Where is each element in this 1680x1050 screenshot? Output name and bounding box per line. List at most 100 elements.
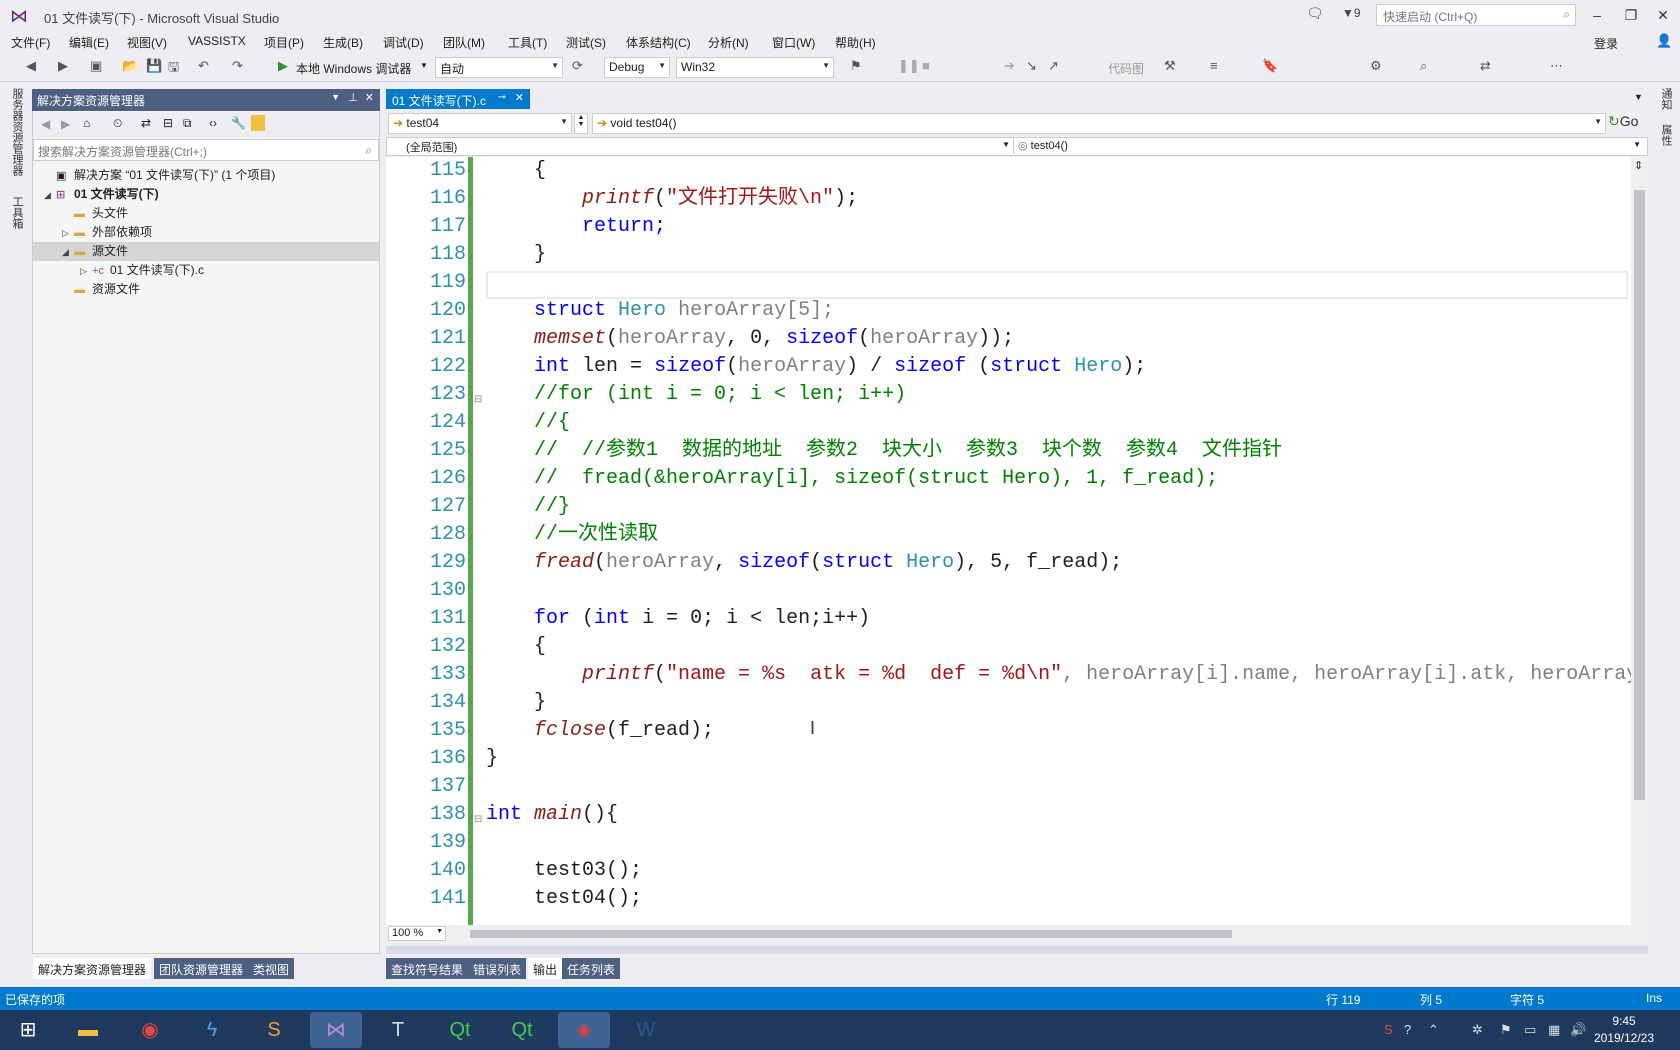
forward-icon[interactable]: ▶	[61, 117, 70, 131]
menu-view[interactable]: 视图(V)	[127, 34, 167, 51]
network-app-icon[interactable]: ◈	[558, 1012, 610, 1048]
show-all-files-icon[interactable]: ⧉	[183, 116, 192, 131]
history-icon[interactable]: ⏲	[113, 116, 122, 131]
typora-icon[interactable]: T	[372, 1012, 424, 1048]
sync-icon[interactable]: ⇄	[141, 116, 151, 130]
menu-help[interactable]: 帮助(H)	[835, 34, 876, 51]
collapse-region-icon[interactable]: ⊟	[474, 394, 482, 405]
expanded-arrow-icon[interactable]: ◢	[44, 186, 56, 205]
feedback-filter-icon[interactable]: ▼9	[1342, 6, 1361, 20]
tab-class-view[interactable]: 类视图	[248, 958, 295, 979]
menu-vassistx[interactable]: VASSISTX	[188, 34, 246, 48]
menu-team[interactable]: 团队(M)	[443, 34, 485, 51]
context-dropdown[interactable]: ➔ test04 ▼	[388, 113, 572, 134]
definition-dropdown[interactable]: ➔ void test04() ▼	[592, 113, 1606, 134]
debugger-button[interactable]: 本地 Windows 调试器	[296, 60, 411, 77]
close-icon[interactable]: ✕	[515, 91, 524, 104]
scope-dropdown[interactable]: (全局范围) ▼	[390, 139, 1014, 154]
tree-item-c-file[interactable]: ▷ +c 01 文件读写(下).c	[80, 261, 204, 280]
tab-c-file[interactable]: 01 文件读写(下).c ⊸ ✕	[386, 89, 530, 109]
chrome-icon[interactable]: ◉	[124, 1012, 176, 1048]
help-icon[interactable]: ?	[1404, 1022, 1411, 1037]
find-icon[interactable]: ⚑	[850, 58, 862, 74]
save-all-icon[interactable]: 🖫	[168, 58, 179, 80]
pin-icon[interactable]: ⊥	[348, 91, 358, 104]
view-code-icon[interactable]: ‹›	[209, 116, 217, 130]
solution-config-dropdown[interactable]: 自动 ▼	[435, 57, 563, 78]
menu-file[interactable]: 文件(F)	[11, 34, 50, 51]
navigate-icon[interactable]: ⇄	[1480, 58, 1491, 74]
back-icon[interactable]: ◀	[41, 117, 50, 131]
menu-test[interactable]: 测试(S)	[566, 34, 606, 51]
server-explorer-tab[interactable]: 服务器资源管理器	[9, 88, 25, 176]
zoom-dropdown[interactable]: 100 % ▼	[388, 926, 446, 941]
step-over-icon[interactable]: ➔	[1004, 58, 1015, 74]
qt-creator-icon[interactable]: Qt	[434, 1012, 486, 1048]
toolbox-tab[interactable]: 工具箱	[9, 196, 25, 229]
tab-task-list[interactable]: 任务列表	[562, 958, 621, 979]
close-icon[interactable]: ✕	[365, 91, 374, 104]
notification-icon[interactable]: 🗨	[1306, 5, 1324, 22]
windows-start-icon[interactable]: ⊞	[2, 1012, 54, 1048]
network-icon[interactable]: ▦	[1548, 1022, 1560, 1038]
tab-error-list[interactable]: 错误列表	[468, 958, 527, 979]
restore-button[interactable]: ❐	[1614, 4, 1648, 26]
tree-item-external-deps[interactable]: ▷ ▬ 外部依赖项	[62, 223, 152, 242]
menu-analyze[interactable]: 分析(N)	[708, 34, 749, 51]
notifications-tab[interactable]: 通知	[1658, 88, 1674, 110]
account-icon[interactable]: 👤	[1656, 33, 1672, 49]
tab-find-symbol-results[interactable]: 查找符号结果	[386, 958, 469, 979]
member-dropdown[interactable]: ◎ test04() ▼	[1018, 139, 1644, 154]
menu-edit[interactable]: 编辑(E)	[69, 34, 109, 51]
stop-icon[interactable]: ■	[922, 58, 930, 73]
quick-launch-input[interactable]: 快速启动 (Ctrl+Q) ⌕	[1376, 4, 1576, 26]
qt-designer-icon[interactable]: Qt	[496, 1012, 548, 1048]
code-map-button[interactable]: 代码图	[1108, 60, 1144, 77]
bookmark-icon[interactable]: 🔖	[1262, 58, 1278, 74]
chevron-down-icon[interactable]: ▼	[1634, 92, 1643, 102]
collapsed-arrow-icon[interactable]: ▷	[80, 262, 92, 281]
menu-tools[interactable]: 工具(T)	[508, 34, 547, 51]
menu-build[interactable]: 生成(B)	[323, 34, 363, 51]
home-icon[interactable]: ⌂	[83, 116, 90, 130]
open-file-icon[interactable]: 📂	[122, 58, 138, 74]
horizontal-scroll-thumb[interactable]	[470, 930, 1232, 938]
comment-icon[interactable]: ≡	[1210, 58, 1218, 73]
thunder-icon[interactable]: ϟ	[186, 1012, 238, 1048]
chevron-up-icon[interactable]: ⌃	[1428, 1022, 1439, 1038]
flag-icon[interactable]: ⚑	[1500, 1022, 1512, 1038]
menu-project[interactable]: 项目(P)	[264, 34, 304, 51]
save-icon[interactable]: 💾	[146, 58, 162, 74]
forward-icon[interactable]: ▶	[58, 58, 68, 74]
step-out-icon[interactable]: ↗	[1048, 58, 1059, 74]
tab-solution-explorer[interactable]: 解决方案资源管理器	[33, 958, 152, 979]
vertical-scroll-thumb[interactable]	[1634, 190, 1645, 800]
platform-dropdown[interactable]: Win32 ▼	[676, 57, 834, 78]
start-debug-icon[interactable]: ▶	[278, 58, 288, 74]
collapse-all-icon[interactable]: ⊟	[163, 116, 173, 130]
tab-team-explorer[interactable]: 团队资源管理器	[154, 958, 249, 979]
battery-icon[interactable]: ▭	[1524, 1022, 1536, 1038]
close-window-button[interactable]: ✕	[1646, 4, 1680, 26]
undo-icon[interactable]: ↶	[198, 58, 209, 74]
preview-icon[interactable]	[251, 115, 265, 131]
chevron-down-icon[interactable]: ▼	[331, 92, 340, 102]
file-explorer-icon[interactable]: ▬	[62, 1012, 114, 1048]
redo-icon[interactable]: ↷	[232, 58, 243, 74]
properties-tab[interactable]: 属性	[1658, 124, 1674, 146]
login-link[interactable]: 登录	[1594, 35, 1618, 52]
build-icon[interactable]: ⚒	[1164, 58, 1176, 74]
tree-item-solution[interactable]: ▣ 解决方案 “01 文件读写(下)” (1 个项目)	[44, 166, 275, 185]
menu-architecture[interactable]: 体系结构(C)	[626, 34, 691, 51]
tab-output[interactable]: 输出	[528, 958, 563, 979]
menu-debug[interactable]: 调试(D)	[383, 34, 424, 51]
go-button[interactable]: ↻Go	[1608, 113, 1648, 134]
tree-item-resource-files[interactable]: ▬ 资源文件	[62, 280, 140, 299]
collapse-region-icon[interactable]: ⊟	[474, 814, 482, 825]
vassist-icon[interactable]: ⚙	[1370, 58, 1382, 74]
minimize-button[interactable]: –	[1580, 4, 1614, 26]
expanded-arrow-icon[interactable]: ◢	[62, 243, 74, 262]
sogou-ime-icon[interactable]: S	[1384, 1022, 1393, 1037]
pin-icon[interactable]: ⊸	[498, 92, 506, 103]
solution-search-input[interactable]: 搜索解决方案资源管理器(Ctrl+;) ⌕	[33, 139, 379, 161]
